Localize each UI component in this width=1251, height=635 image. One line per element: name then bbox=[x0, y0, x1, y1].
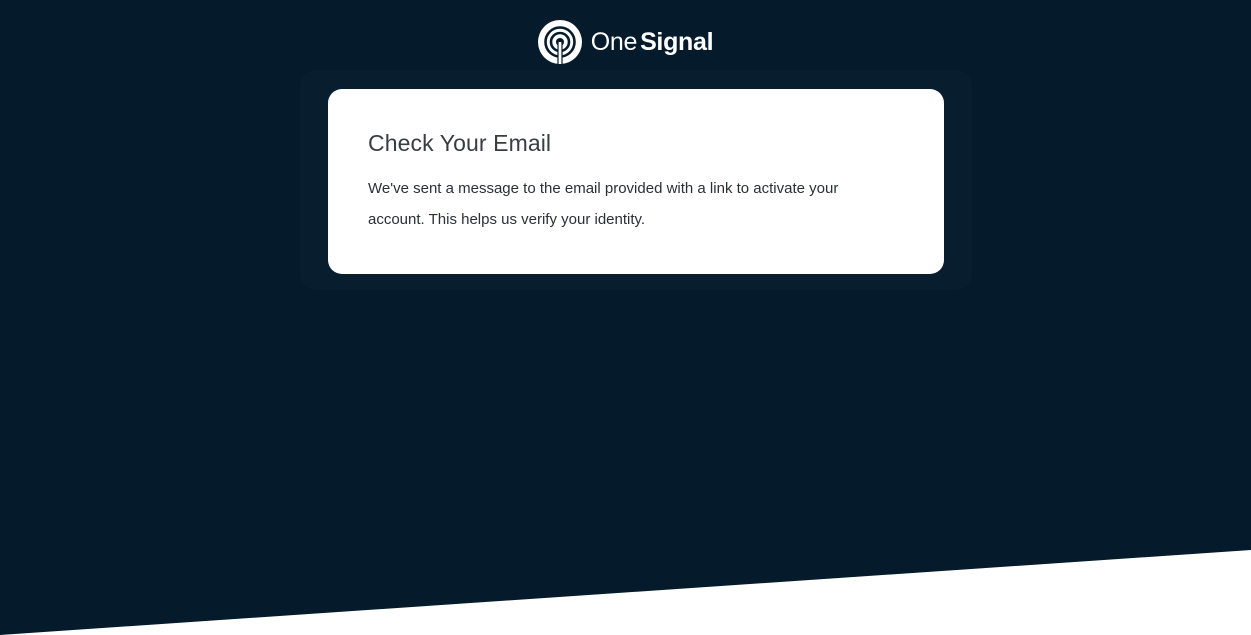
card-title: Check Your Email bbox=[368, 130, 552, 156]
header: One Signal bbox=[0, 20, 1251, 64]
broadcast-signal-icon bbox=[537, 20, 582, 64]
check-email-card: Check Your Email We've sent a message to… bbox=[328, 89, 944, 274]
brand-name-part1: One bbox=[590, 27, 638, 56]
brand-wordmark: One Signal bbox=[590, 27, 714, 56]
brand-name-part2: Signal bbox=[640, 27, 714, 56]
onesignal-logo[interactable]: One Signal bbox=[537, 20, 714, 64]
card-message: We've sent a message to the email provid… bbox=[368, 180, 839, 228]
